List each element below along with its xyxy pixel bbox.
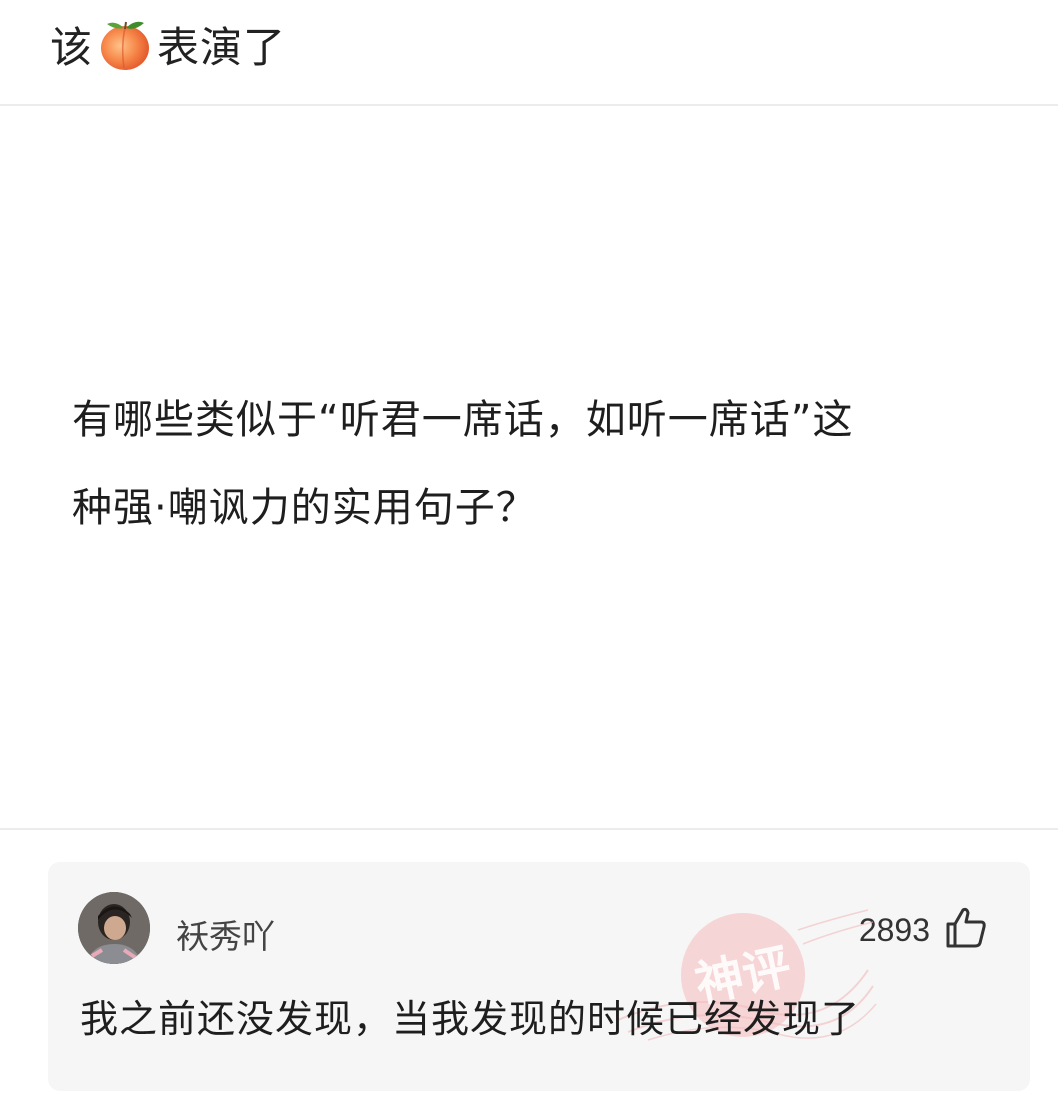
thumbs-up-icon[interactable] xyxy=(944,906,988,950)
question-text: 有哪些类似于“听君一席话，如听一席话”这 种强·嘲讽力的实用句子？ xyxy=(72,376,1002,552)
page-title: 该 表演了 xyxy=(50,14,286,74)
comment-text: 我之前还没发现，当我发现的时候已经发现了 xyxy=(80,997,861,1041)
question-card[interactable]: 有哪些类似于“听君一席话，如听一席话”这 种强·嘲讽力的实用句子？ xyxy=(0,106,1058,830)
avatar[interactable] xyxy=(78,892,150,964)
like-count: 2893 xyxy=(858,912,930,948)
title-text-before: 该 xyxy=(50,22,94,72)
peach-emoji-icon xyxy=(101,21,150,70)
title-text-after: 表演了 xyxy=(157,22,287,72)
username[interactable]: 袄秀吖 xyxy=(176,910,275,958)
question-line-1: 有哪些类似于“听君一席话，如听一席话”这 xyxy=(72,397,854,443)
top-comment[interactable]: 神评 袄秀吖 2893 我之前还没发现，当我发现的时候已经发现了 xyxy=(48,862,1030,1091)
question-line-2: 种强·嘲讽力的实用句子？ xyxy=(72,485,537,531)
avatar-image-icon xyxy=(78,892,150,964)
header: 该 表演了 xyxy=(0,0,1058,106)
